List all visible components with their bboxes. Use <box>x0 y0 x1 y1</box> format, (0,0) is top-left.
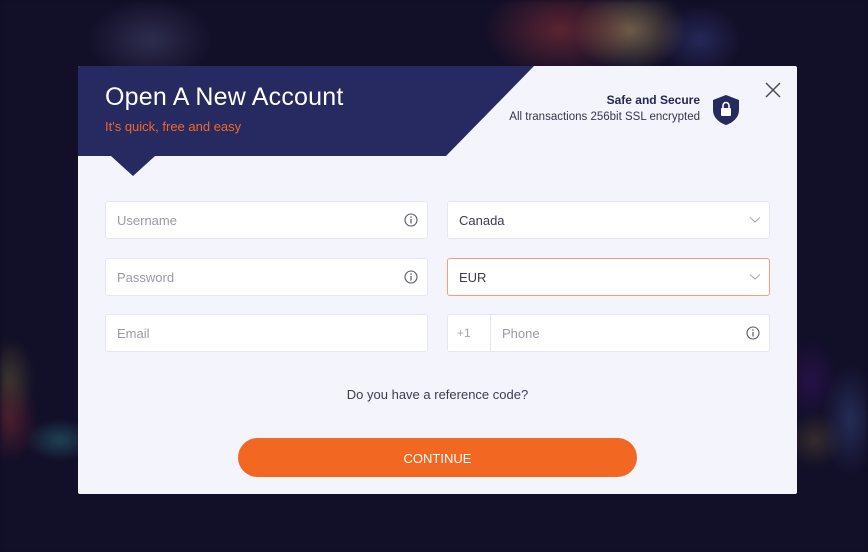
reference-code-link[interactable]: Do you have a reference code? <box>78 387 797 402</box>
security-info: Safe and Secure All transactions 256bit … <box>509 93 700 123</box>
currency-select[interactable]: EUR <box>447 258 770 296</box>
close-icon[interactable] <box>764 81 782 99</box>
username-field[interactable]: Username <box>105 201 428 239</box>
username-placeholder: Username <box>117 213 177 228</box>
info-icon[interactable] <box>404 270 418 284</box>
password-placeholder: Password <box>117 270 175 285</box>
email-placeholder: Email <box>117 326 150 341</box>
chevron-down-icon <box>749 217 761 223</box>
continue-button[interactable]: CONTINUE <box>238 438 637 477</box>
email-field[interactable]: Email <box>105 314 428 352</box>
info-icon[interactable] <box>404 213 418 227</box>
password-field[interactable]: Password <box>105 258 428 296</box>
phone-field[interactable]: +1 Phone <box>447 314 770 352</box>
modal-title: Open A New Account <box>105 83 344 111</box>
modal-subtitle: It's quick, free and easy <box>105 119 242 134</box>
currency-value: EUR <box>459 270 487 285</box>
signup-modal: Open A New Account It's quick, free and … <box>78 66 797 494</box>
phone-prefix[interactable]: +1 <box>448 315 491 351</box>
info-icon[interactable] <box>746 326 760 340</box>
chevron-down-icon <box>749 274 761 280</box>
country-value: Canada <box>459 213 505 228</box>
country-select[interactable]: Canada <box>447 201 770 239</box>
shield-lock-icon <box>713 95 739 125</box>
security-title: Safe and Secure <box>606 93 700 107</box>
phone-prefix-value: +1 <box>457 326 471 340</box>
phone-placeholder: Phone <box>502 326 540 341</box>
security-subtitle: All transactions 256bit SSL encrypted <box>509 111 700 123</box>
